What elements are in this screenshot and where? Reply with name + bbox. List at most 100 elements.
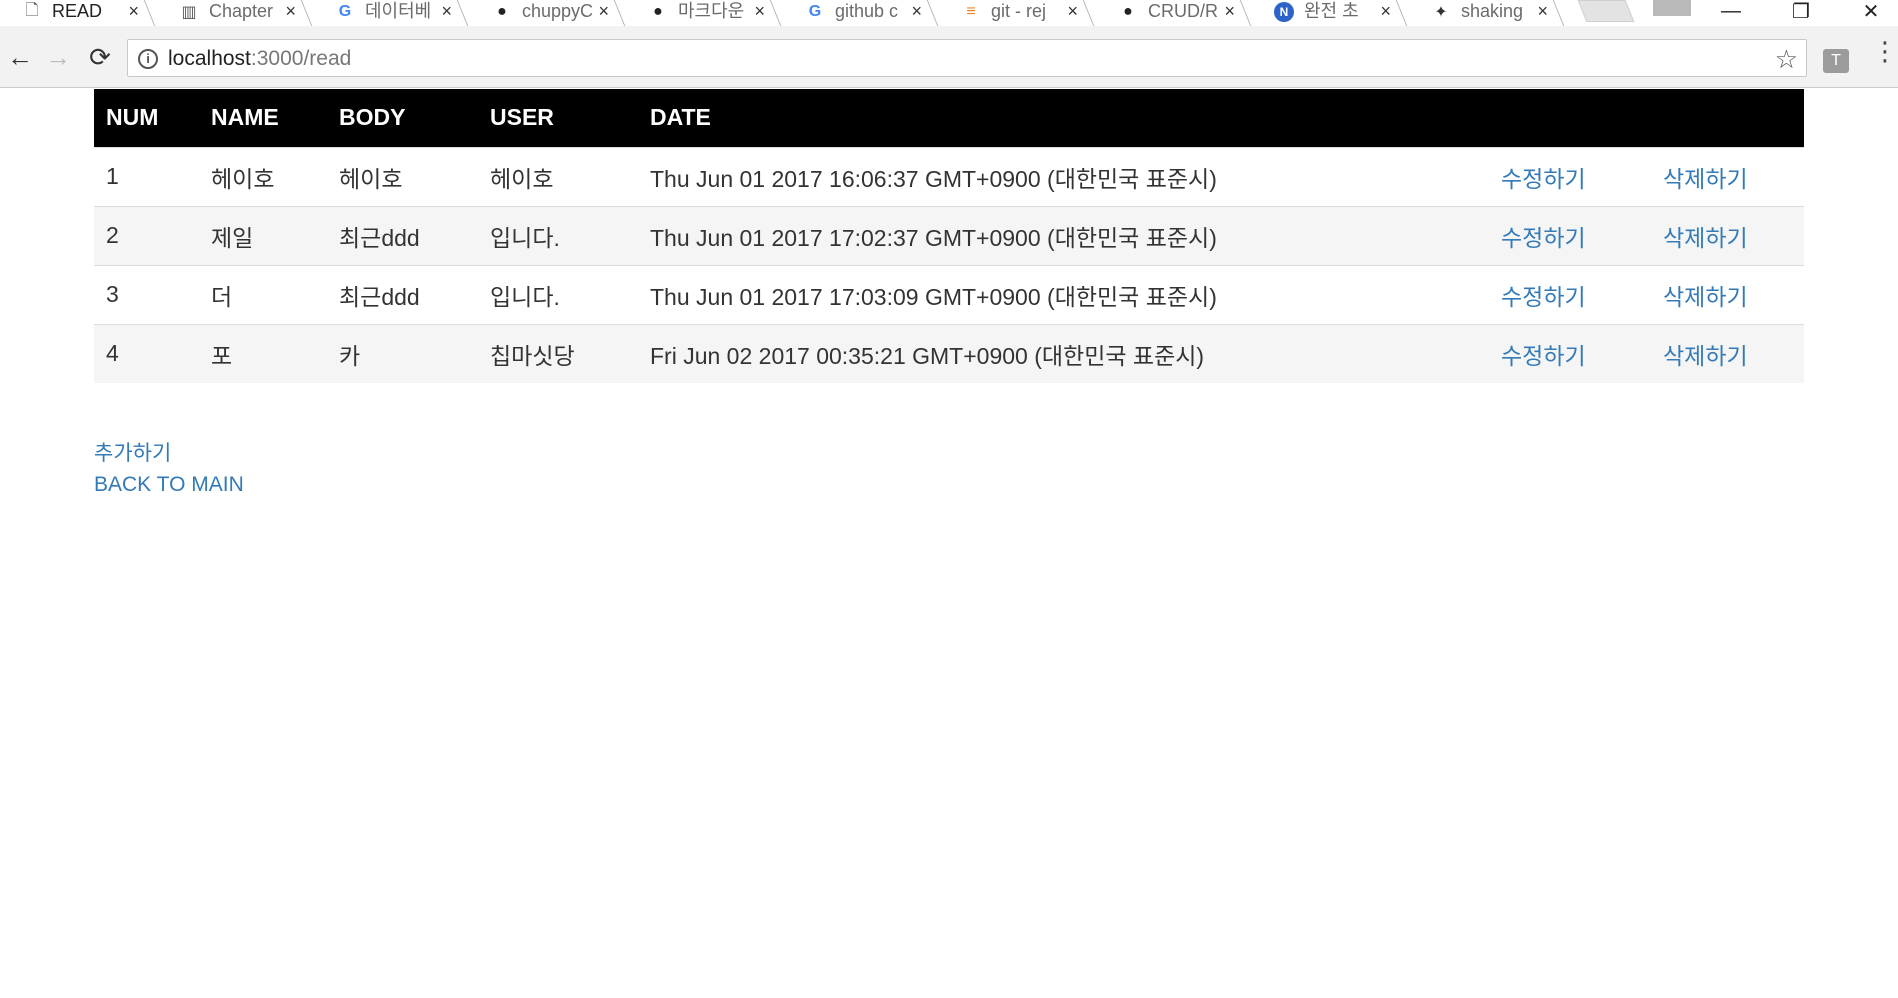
close-tab-icon[interactable]: × bbox=[754, 0, 765, 22]
header-edit bbox=[1489, 89, 1651, 147]
tab-title: git - rej bbox=[991, 1, 1047, 21]
github-icon: ● bbox=[497, 3, 507, 20]
cell-edit: 수정하기 bbox=[1489, 323, 1651, 383]
delete-link[interactable]: 삭제하기 bbox=[1663, 343, 1748, 369]
github-icon: ● bbox=[1123, 3, 1133, 20]
new-tab-button[interactable] bbox=[1577, 0, 1635, 22]
close-tab-icon[interactable]: × bbox=[441, 0, 452, 22]
page-icon: 🗋 bbox=[25, 1, 39, 19]
page-links: 추가하기 BACK TO MAIN bbox=[94, 438, 1804, 500]
cell-date: Thu Jun 01 2017 17:03:09 GMT+0900 (대한민국 … bbox=[638, 264, 1489, 324]
table-row: 2 제일 최근ddd 입니다. Thu Jun 01 2017 17:02:37… bbox=[94, 205, 1804, 265]
cell-num: 3 bbox=[94, 264, 199, 324]
delete-link[interactable]: 삭제하기 bbox=[1663, 284, 1748, 310]
page-content: NUM NAME BODY USER DATE 1 헤이호 헤이호 헤이호 Th… bbox=[94, 89, 1804, 500]
edit-link[interactable]: 수정하기 bbox=[1501, 166, 1586, 192]
minimize-icon[interactable]: — bbox=[1706, 0, 1756, 22]
github-icon: ● bbox=[653, 3, 663, 20]
back-icon[interactable]: ← bbox=[0, 26, 40, 88]
tab-divider bbox=[1552, 0, 1566, 26]
table-row: 3 더 최근ddd 입니다. Thu Jun 01 2017 17:03:09 … bbox=[94, 264, 1804, 324]
profile-icon[interactable] bbox=[1653, 0, 1691, 16]
close-tab-icon[interactable]: × bbox=[911, 0, 922, 22]
browser-tab[interactable]: ● chuppyC × bbox=[470, 0, 627, 26]
add-link[interactable]: 추가하기 bbox=[94, 438, 1804, 469]
close-tab-icon[interactable]: × bbox=[1537, 0, 1548, 22]
cell-user: 입니다. bbox=[478, 264, 638, 324]
tab-divider bbox=[769, 0, 783, 26]
cell-body: 카 bbox=[327, 323, 478, 383]
cell-delete: 삭제하기 bbox=[1651, 323, 1804, 383]
edit-link[interactable]: 수정하기 bbox=[1501, 284, 1586, 310]
browser-tab[interactable]: 🗋 READ × bbox=[0, 0, 157, 26]
cell-date: Thu Jun 01 2017 16:06:37 GMT+0900 (대한민국 … bbox=[638, 146, 1489, 206]
menu-icon[interactable]: ⋮ bbox=[1872, 38, 1898, 64]
tab-title: github c bbox=[835, 1, 899, 21]
restore-icon[interactable]: ❐ bbox=[1776, 0, 1826, 23]
table-header-row: NUM NAME BODY USER DATE bbox=[94, 89, 1804, 147]
close-tab-icon[interactable]: × bbox=[1380, 0, 1391, 22]
bookmark-star-icon[interactable]: ☆ bbox=[1775, 44, 1798, 75]
close-tab-icon[interactable]: × bbox=[1067, 0, 1078, 22]
close-tab-icon[interactable]: × bbox=[1224, 0, 1235, 22]
tab-divider bbox=[300, 0, 314, 26]
forward-icon[interactable]: → bbox=[38, 26, 78, 88]
tab-title: CRUD/R bbox=[1148, 1, 1218, 21]
cell-delete: 삭제하기 bbox=[1651, 205, 1804, 265]
google-icon: G bbox=[338, 3, 352, 20]
browser-tab[interactable]: ▥ Chapter × bbox=[157, 0, 314, 26]
cell-num: 4 bbox=[94, 323, 199, 383]
n-icon: N bbox=[1274, 2, 1294, 22]
tab-divider bbox=[143, 0, 157, 26]
tab-divider bbox=[1239, 0, 1253, 26]
header-date: DATE bbox=[650, 104, 711, 131]
tab-divider bbox=[613, 0, 627, 26]
cell-name: 제일 bbox=[199, 205, 327, 265]
browser-tab[interactable]: G 데이터베 × bbox=[313, 0, 470, 26]
tab-title: 마크다운 bbox=[678, 1, 745, 21]
close-tab-icon[interactable]: × bbox=[598, 0, 609, 22]
shaking-icon: ✦ bbox=[1434, 4, 1448, 21]
edit-link[interactable]: 수정하기 bbox=[1501, 343, 1586, 369]
cell-name: 더 bbox=[199, 264, 327, 324]
extension-icon[interactable]: T bbox=[1823, 49, 1849, 73]
browser-tab[interactable]: ≡ git - rej × bbox=[939, 0, 1096, 26]
cell-num: 2 bbox=[94, 205, 199, 265]
tab-title: 완전 초 bbox=[1304, 1, 1359, 21]
url-text[interactable]: localhost:3000/read bbox=[168, 47, 351, 71]
tab-title: Chapter bbox=[209, 1, 274, 21]
header-body: BODY bbox=[339, 104, 406, 131]
cell-name: 포 bbox=[199, 323, 327, 383]
posts-table: NUM NAME BODY USER DATE 1 헤이호 헤이호 헤이호 Th… bbox=[94, 89, 1804, 383]
table-row: 4 포 카 칩마싯당 Fri Jun 02 2017 00:35:21 GMT+… bbox=[94, 323, 1804, 383]
close-tab-icon[interactable]: × bbox=[128, 0, 139, 22]
header-num: NUM bbox=[106, 104, 159, 131]
cell-delete: 삭제하기 bbox=[1651, 146, 1804, 206]
browser-tab[interactable]: Ggithub c × bbox=[783, 0, 940, 26]
edit-link[interactable]: 수정하기 bbox=[1501, 225, 1586, 251]
header-delete bbox=[1651, 89, 1804, 147]
close-tab-icon[interactable]: × bbox=[285, 0, 296, 22]
tab-title: shaking bbox=[1461, 1, 1524, 21]
delete-link[interactable]: 삭제하기 bbox=[1663, 225, 1748, 251]
browser-tab[interactable]: ✦ shaking × bbox=[1409, 0, 1566, 26]
browser-tab[interactable]: N 완전 초 × bbox=[1252, 0, 1409, 26]
header-user: USER bbox=[490, 104, 554, 131]
delete-link[interactable]: 삭제하기 bbox=[1663, 166, 1748, 192]
close-window-icon[interactable]: ✕ bbox=[1846, 0, 1896, 23]
cell-edit: 수정하기 bbox=[1489, 146, 1651, 206]
tab-title: READ bbox=[52, 1, 103, 21]
info-icon[interactable]: i bbox=[138, 49, 158, 69]
cell-num: 1 bbox=[94, 146, 199, 206]
tab-divider bbox=[456, 0, 470, 26]
address-bar[interactable]: i localhost:3000/read ☆ bbox=[127, 39, 1807, 77]
tab-title: 데이터베 bbox=[365, 1, 432, 21]
browser-tab[interactable]: ● CRUD/R × bbox=[1096, 0, 1253, 26]
reload-icon[interactable]: ⟳ bbox=[80, 26, 120, 88]
google-icon: G bbox=[808, 3, 822, 20]
db-icon: ▥ bbox=[181, 4, 197, 21]
tab-divider bbox=[1082, 0, 1096, 26]
back-to-main-link[interactable]: BACK TO MAIN bbox=[94, 469, 1804, 500]
cell-body: 최근ddd bbox=[327, 205, 478, 265]
browser-tab[interactable]: ● 마크다운 × bbox=[626, 0, 783, 26]
